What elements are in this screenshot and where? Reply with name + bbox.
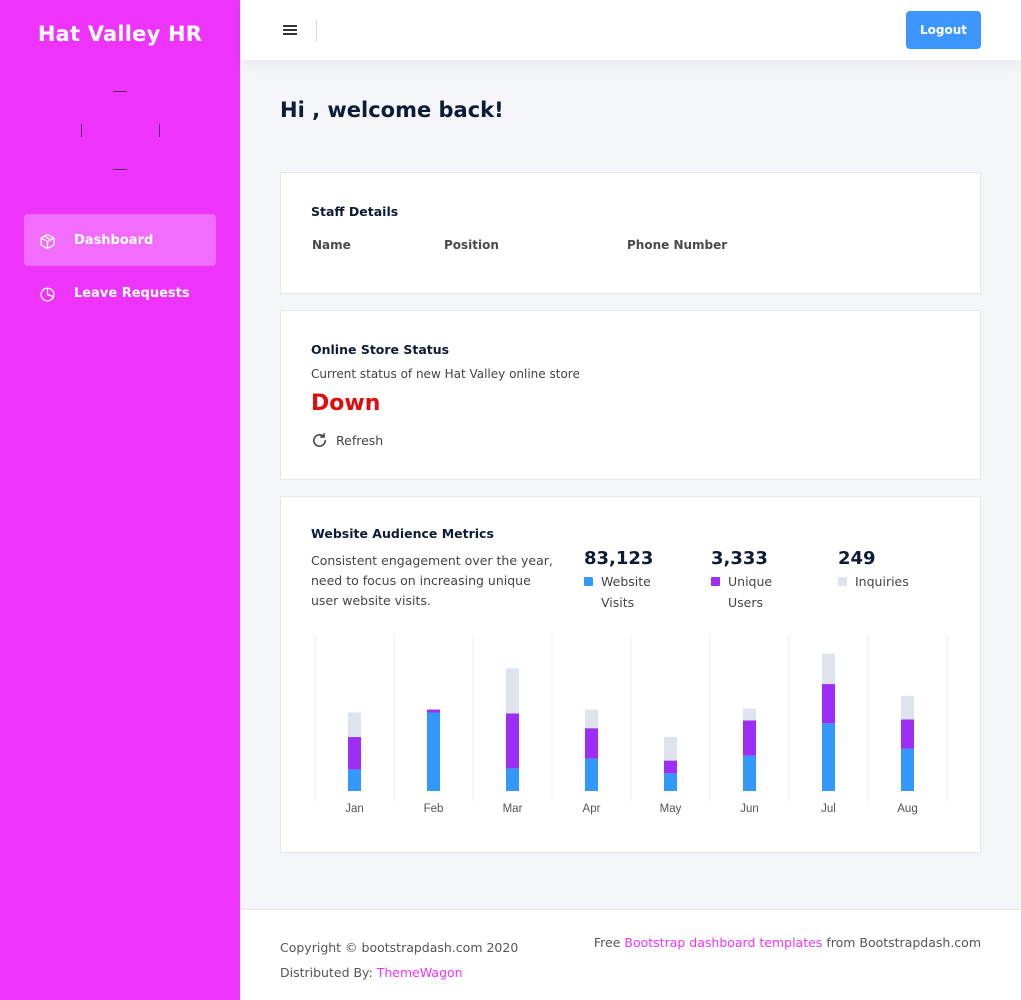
stat-label: Website Visits [601, 574, 651, 610]
sidebar-nav: Dashboard Leave Requests [24, 214, 216, 320]
bar-jul-series-2 [822, 653, 835, 685]
brand-title[interactable]: Hat Valley HR [0, 22, 240, 46]
footer-free-label: Free [593, 935, 621, 950]
metrics-description: Consistent engagement over the year, nee… [311, 553, 553, 608]
column-header-name: Name [312, 238, 351, 252]
stat-inquiries: 249 Inquiries [838, 548, 958, 592]
stat-label: Unique Users [728, 574, 773, 610]
bar-mar-series-0 [506, 768, 519, 791]
bar-may-series-2 [664, 737, 677, 761]
pie-chart-icon [38, 285, 56, 303]
stat-label: Inquiries [855, 574, 909, 589]
column-header-position: Position [444, 238, 499, 252]
x-tick-label: Aug [897, 803, 917, 815]
bar-aug-series-2 [901, 695, 914, 720]
x-tick-label: Mar [503, 803, 523, 815]
navbar-divider [316, 20, 317, 42]
bar-jan-series-1 [348, 737, 361, 770]
card-title: Staff Details [311, 204, 399, 219]
store-subtitle: Current status of new Hat Valley online … [311, 367, 580, 381]
audience-metrics-card: Jan Feb Mar Apr May Jun Jul Aug Website Audienc… [280, 496, 981, 853]
page-title: Hi , welcome back! [280, 98, 504, 122]
x-tick-label: Jul [821, 803, 836, 815]
bar-may-series-1 [664, 760, 677, 774]
refresh-icon [313, 432, 326, 447]
x-tick-label: Feb [424, 803, 444, 815]
stat-value: 83,123 [584, 548, 654, 569]
themewagon-link[interactable]: ThemeWagon [377, 965, 463, 980]
bar-jan-series-2 [348, 712, 361, 738]
bar-feb-series-1 [427, 709, 440, 713]
sidebar-item-label: Dashboard [74, 232, 154, 248]
status-text: Down [311, 391, 381, 416]
bar-mar-series-1 [506, 713, 519, 769]
x-tick-label: May [660, 803, 682, 815]
bar-aug-series-0 [901, 748, 914, 791]
bar-jul-series-1 [822, 684, 835, 724]
legend-swatch [838, 577, 847, 586]
bar-jan-series-0 [348, 769, 361, 791]
bootstrap-templates-link[interactable]: Bootstrap dashboard templates [624, 935, 822, 950]
sidebar-item-dashboard[interactable]: Dashboard [24, 214, 216, 266]
stat-value: 3,333 [711, 548, 768, 569]
bar-jun-series-0 [743, 755, 756, 791]
x-tick-label: Apr [583, 803, 601, 815]
cube-icon [38, 232, 56, 250]
legend-swatch [711, 577, 720, 586]
footer-distributed-label: Distributed By: [280, 965, 373, 980]
legend-swatch [584, 577, 593, 586]
x-tick-label: Jun [740, 803, 759, 815]
bar-mar-series-2 [506, 668, 519, 714]
logout-button[interactable]: Logout [906, 11, 981, 49]
store-status-card: Online Store Status Current status of ne… [280, 310, 981, 480]
stat-unique-users: 3,333 Unique Users [711, 548, 821, 613]
top-navbar: Logout [240, 0, 1021, 60]
sidebar: Hat Valley HR Dashboard Leave Requests [0, 0, 240, 1000]
sidebar-item-leave-requests[interactable]: Leave Requests [24, 267, 216, 319]
footer-from-label: from Bootstrapdash.com [826, 935, 981, 950]
card-title: Website Audience Metrics [311, 526, 494, 541]
card-title: Online Store Status [311, 342, 450, 357]
sidebar-item-label: Leave Requests [74, 285, 190, 301]
stat-website-visits: 83,123 Website Visits [584, 548, 694, 613]
bar-may-series-0 [664, 773, 677, 791]
footer-copyright: Copyright © bootstrapdash.com 2020 [280, 940, 519, 955]
bar-feb-series-0 [427, 712, 440, 791]
bar-jul-series-0 [822, 723, 835, 791]
stat-value: 249 [838, 548, 876, 569]
bar-aug-series-1 [901, 719, 914, 749]
avatar [81, 91, 160, 170]
bar-jun-series-1 [743, 720, 756, 756]
staff-details-card: Staff Details Name Position Phone Number [280, 172, 981, 294]
column-header-phone: Phone Number [627, 238, 728, 252]
refresh-button[interactable]: Refresh [311, 432, 383, 449]
hamburger-icon[interactable] [283, 25, 297, 37]
bar-apr-series-1 [585, 728, 598, 759]
x-tick-label: Jan [345, 803, 364, 815]
footer: Copyright © bootstrapdash.com 2020 Distr… [240, 909, 1021, 1000]
bar-jun-series-2 [743, 708, 756, 721]
bar-apr-series-0 [585, 758, 598, 791]
refresh-label: Refresh [336, 433, 384, 448]
bar-apr-series-2 [585, 709, 598, 729]
